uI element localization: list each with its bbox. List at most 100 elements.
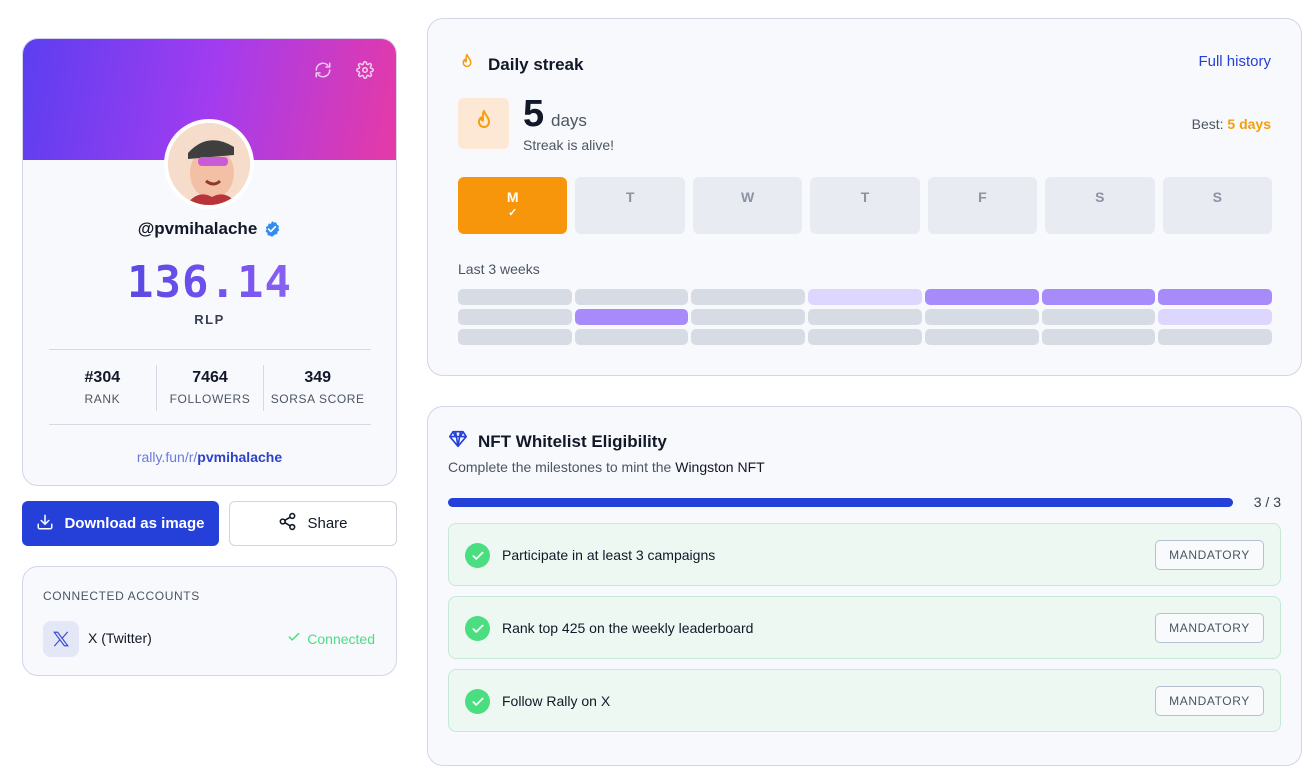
- progress-fill: [448, 498, 1233, 507]
- verified-badge-icon: [263, 220, 281, 238]
- activity-cell: [574, 289, 689, 305]
- weekday-label: M: [506, 189, 519, 205]
- milestone-item: Rank top 425 on the weekly leaderboard M…: [448, 596, 1281, 659]
- stat-label: FOLLOWERS: [169, 392, 251, 406]
- weekday-label: W: [740, 189, 755, 205]
- refresh-icon[interactable]: [314, 61, 332, 79]
- x-twitter-icon: [43, 621, 79, 657]
- stat-label: SORSA SCORE: [270, 392, 365, 406]
- check-circle-icon: [465, 689, 490, 714]
- weekday-2: W: [692, 177, 803, 234]
- mandatory-badge: MANDATORY: [1155, 613, 1264, 643]
- share-button[interactable]: Share: [229, 501, 397, 546]
- profile-handle: @pvmihalache: [137, 219, 258, 238]
- activity-cell: [458, 329, 572, 345]
- rlp-score-unit: RLP: [194, 312, 225, 327]
- settings-gear-icon[interactable]: [356, 61, 374, 79]
- account-name: X (Twitter): [88, 630, 152, 646]
- weekday-label: T: [860, 189, 870, 205]
- mandatory-badge: MANDATORY: [1155, 686, 1264, 716]
- streak-flame-badge: [458, 98, 509, 149]
- weekday-4: F: [927, 177, 1038, 234]
- stat-value: 7464: [192, 369, 228, 386]
- activity-cell: [1041, 289, 1156, 305]
- referral-link[interactable]: rally.fun/r/pvmihalache: [23, 449, 396, 465]
- weekday-label: S: [1212, 189, 1222, 205]
- handle-row: @pvmihalache: [23, 219, 396, 239]
- streak-unit: days: [551, 111, 587, 130]
- activity-cell: [1041, 309, 1156, 325]
- stat-value: 349: [304, 369, 332, 386]
- nft-title: NFT Whitelist Eligibility: [478, 431, 667, 451]
- share-icon: [278, 512, 297, 535]
- activity-grid: [458, 289, 1272, 345]
- streak-title: Daily streak: [488, 54, 584, 74]
- activity-cell: [691, 329, 806, 345]
- profile-card: @pvmihalache 136.14 RLP #304 RANK 7464 F…: [22, 38, 397, 486]
- activity-cell: [1158, 329, 1272, 345]
- weeks-label: Last 3 weeks: [458, 261, 540, 277]
- nft-subtitle-prefix: Complete the milestones to mint the: [448, 459, 672, 475]
- referral-user: pvmihalache: [197, 449, 283, 465]
- connected-accounts-card: CONNECTED ACCOUNTS X (Twitter) Connected: [22, 566, 397, 676]
- activity-cell: [691, 309, 806, 325]
- milestone-label: Participate in at least 3 campaigns: [502, 547, 716, 563]
- activity-cell: [1158, 309, 1272, 325]
- nft-header: NFT Whitelist Eligibility: [448, 430, 667, 453]
- milestone-item: Follow Rally on X MANDATORY: [448, 669, 1281, 732]
- diamond-icon: [448, 430, 468, 453]
- stat-value: #304: [84, 369, 121, 386]
- activity-cell: [458, 289, 572, 305]
- weekday-check-icon: ✓: [508, 207, 518, 219]
- activity-cell: [808, 309, 922, 325]
- divider: [49, 424, 371, 425]
- flame-icon: [458, 52, 476, 77]
- check-icon: [287, 630, 301, 647]
- activity-cell: [574, 329, 689, 345]
- account-status-label: Connected: [307, 630, 375, 647]
- milestone-label: Rank top 425 on the weekly leaderboard: [502, 620, 754, 636]
- stat-sorsa-score: 349 SORSA SCORE: [264, 365, 371, 411]
- activity-cell: [924, 289, 1039, 305]
- weekday-1: T: [575, 177, 685, 234]
- stat-followers: 7464 FOLLOWERS: [157, 365, 265, 411]
- activity-cell: [1041, 329, 1156, 345]
- weekday-label: S: [1095, 189, 1105, 205]
- activity-cell: [924, 309, 1039, 325]
- nft-name: Wingston NFT: [675, 459, 765, 475]
- stat-rank: #304 RANK: [49, 365, 157, 411]
- milestone-item: Participate in at least 3 campaigns MAND…: [448, 523, 1281, 586]
- activity-cell: [808, 289, 922, 305]
- download-image-button[interactable]: Download as image: [22, 501, 219, 546]
- weekday-tracker: M ✓ T W T F S S: [458, 177, 1272, 234]
- nft-whitelist-card: NFT Whitelist Eligibility Complete the m…: [427, 406, 1302, 766]
- daily-streak-card: Daily streak Full history 5 days Streak …: [427, 18, 1302, 376]
- best-value: 5 days: [1227, 116, 1271, 132]
- mandatory-badge: MANDATORY: [1155, 540, 1264, 570]
- share-label: Share: [307, 515, 348, 532]
- streak-header: Daily streak: [458, 52, 583, 77]
- flame-icon: [472, 108, 496, 139]
- weekday-6: S: [1162, 177, 1272, 234]
- download-icon: [36, 513, 54, 535]
- divider: [49, 349, 371, 350]
- weekday-3: T: [810, 177, 920, 234]
- streak-status: Streak is alive!: [523, 137, 615, 153]
- check-circle-icon: [465, 616, 490, 641]
- connected-accounts-title: CONNECTED ACCOUNTS: [43, 589, 200, 603]
- activity-cell: [1158, 289, 1272, 305]
- stat-label: RANK: [84, 392, 121, 406]
- account-status: Connected: [287, 630, 375, 647]
- weekday-label: F: [978, 189, 987, 205]
- activity-cell: [808, 329, 922, 345]
- weekday-label: T: [625, 189, 635, 205]
- best-streak: Best: 5 days: [1192, 116, 1271, 132]
- best-label: Best:: [1191, 116, 1224, 132]
- rlp-score: 136.14: [23, 257, 396, 308]
- weekday-5: S: [1045, 177, 1155, 234]
- avatar: [164, 119, 254, 209]
- activity-cell: [924, 329, 1039, 345]
- profile-stats: #304 RANK 7464 FOLLOWERS 349 SORSA SCORE: [49, 365, 371, 411]
- nft-subtitle: Complete the milestones to mint the Wing…: [448, 459, 765, 475]
- full-history-link[interactable]: Full history: [1198, 53, 1271, 70]
